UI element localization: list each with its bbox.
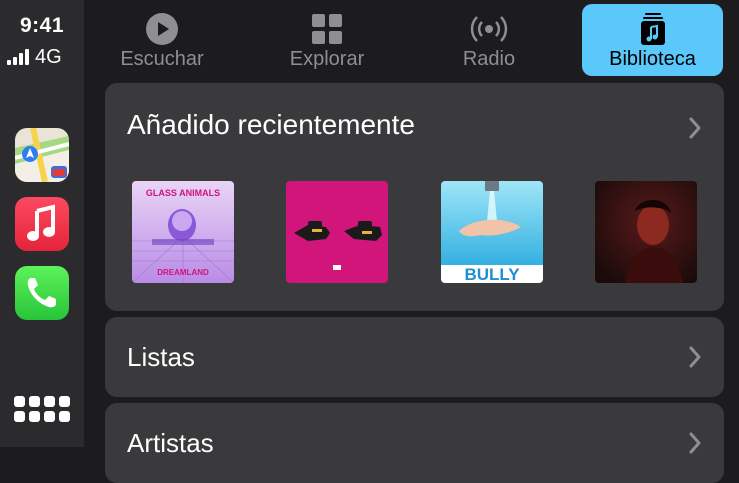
app-grid-icon[interactable] xyxy=(14,396,70,426)
section-title: Añadido recientemente xyxy=(127,109,415,140)
album-portrait[interactable] xyxy=(595,181,697,283)
grid-icon xyxy=(312,14,342,44)
album-run-the-jewels[interactable] xyxy=(286,181,388,283)
list-item-playlists[interactable]: Listas xyxy=(105,317,724,397)
chevron-right-icon xyxy=(689,346,701,368)
list-item-artists[interactable]: Artistas xyxy=(105,403,724,483)
album-cover-title: BULLY xyxy=(464,265,520,283)
tab-label: Explorar xyxy=(289,48,365,70)
network-type: 4G xyxy=(35,46,62,68)
chevron-right-icon xyxy=(689,432,701,454)
row-label: Artistas xyxy=(127,428,214,458)
status-signal: 4G xyxy=(7,45,62,69)
tab-escuchar[interactable]: Escuchar xyxy=(104,4,220,76)
album-cover-subtitle: DREAMLAND xyxy=(157,268,209,277)
tab-bar: Escuchar Explorar Radio Biblioteca xyxy=(84,0,739,80)
tab-explorar[interactable]: Explorar xyxy=(272,4,382,76)
tab-radio[interactable]: Radio xyxy=(444,4,534,76)
music-icon[interactable] xyxy=(15,197,69,251)
tab-biblioteca[interactable]: Biblioteca xyxy=(582,4,723,76)
tab-label: Escuchar xyxy=(120,48,204,70)
album-dreamland[interactable]: GLASS ANIMALS DREAMLAND xyxy=(132,181,234,283)
chevron-right-icon xyxy=(689,117,701,139)
app-rail: 9:41 4G xyxy=(0,0,84,447)
status-time: 9:41 xyxy=(19,14,65,37)
tab-label: Radio xyxy=(462,48,516,70)
signal-bars-icon xyxy=(7,49,29,65)
broadcast-icon xyxy=(470,16,508,42)
recently-added-section[interactable]: Añadido recientemente GLASS ANIMALS DREA… xyxy=(105,83,724,311)
play-circle-icon xyxy=(146,13,178,45)
row-label: Listas xyxy=(127,342,195,372)
music-library-icon xyxy=(640,13,665,45)
maps-icon[interactable] xyxy=(15,128,69,182)
album-bully[interactable]: BULLY xyxy=(441,181,543,283)
tab-label: Biblioteca xyxy=(609,48,696,70)
phone-icon[interactable] xyxy=(15,266,69,320)
album-cover-title: GLASS ANIMALS xyxy=(146,188,220,198)
